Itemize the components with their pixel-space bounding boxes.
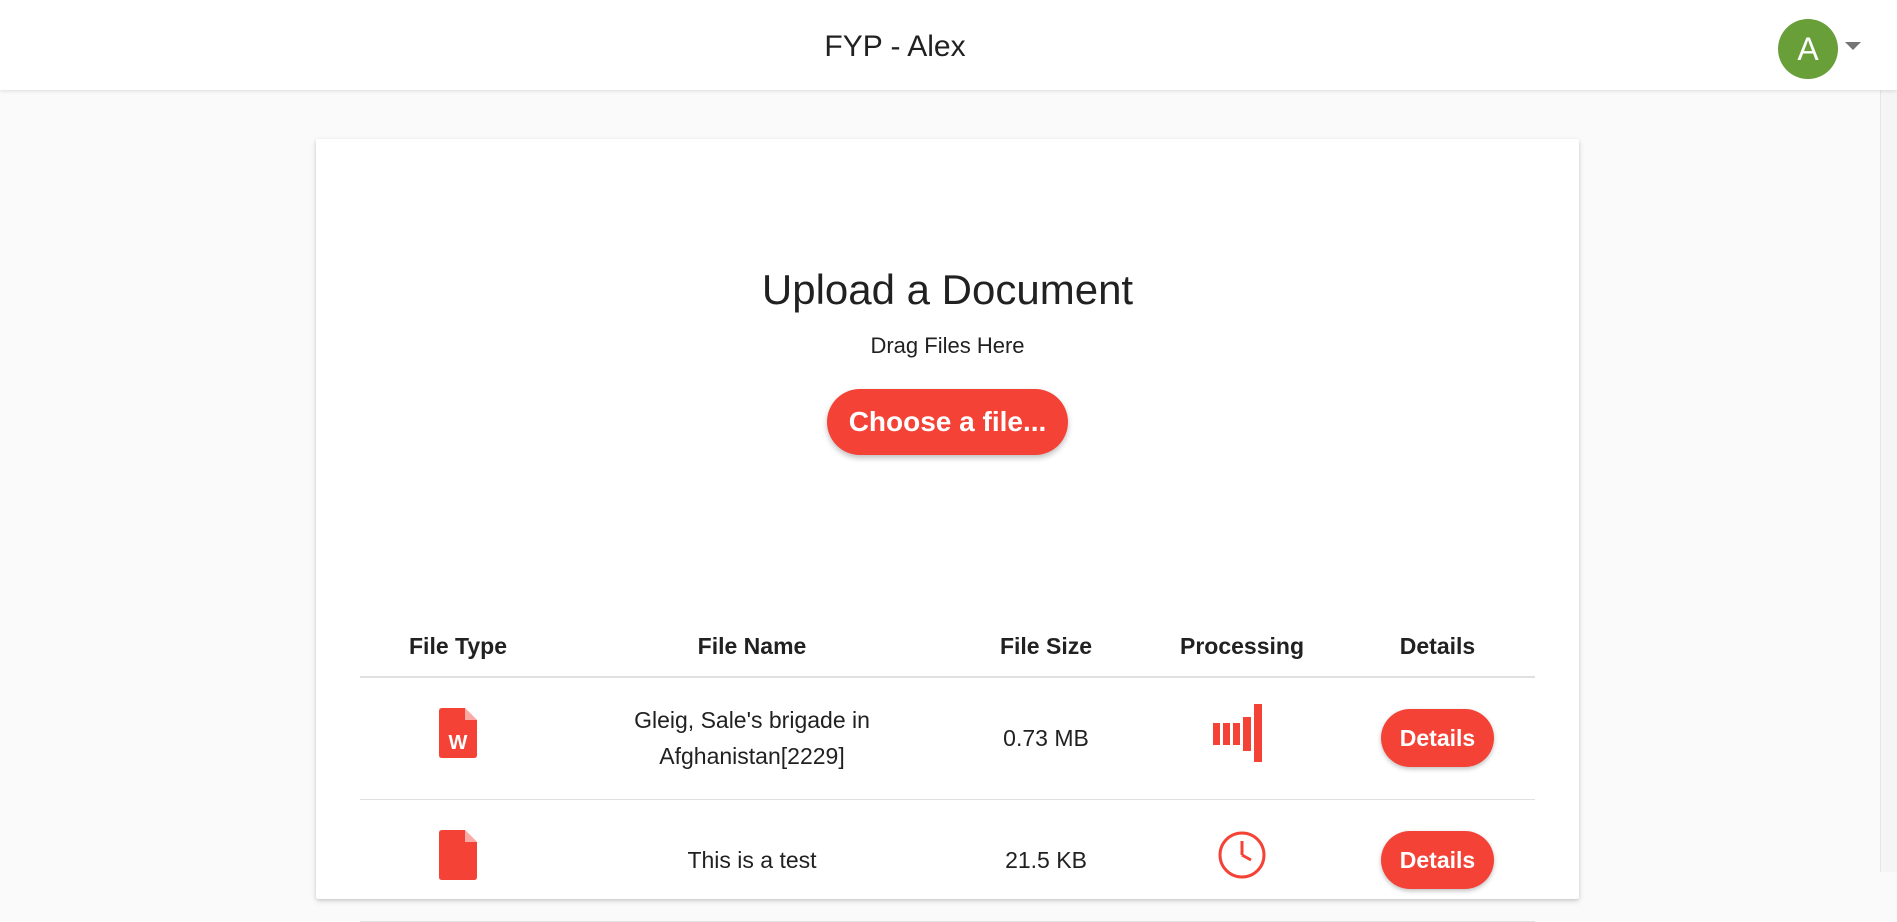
app-title: FYP - Alex [824,30,966,63]
column-header-file-type: File Type [360,617,556,678]
user-avatar[interactable]: A [1778,19,1838,79]
document-icon [439,830,477,890]
details-cell: Details [1340,677,1535,800]
file-name-cell: This is a test [556,799,948,922]
file-name-cell: Gleig, Sale's brigade in Afghanistan[222… [556,677,948,800]
table-row: This is a test 21.5 KB Details [360,799,1535,922]
upload-title: Upload a Document [761,266,1134,313]
chevron-down-icon[interactable] [1845,42,1861,50]
column-header-processing: Processing [1144,617,1340,678]
column-header-file-name: File Name [556,617,948,678]
processing-progress-icon [1213,704,1271,772]
column-header-details: Details [1340,617,1535,678]
drag-files-hint: Drag Files Here [870,333,1025,358]
word-document-icon: W [439,708,477,768]
details-button[interactable]: Details [1381,709,1494,768]
column-header-file-size: File Size [948,617,1144,678]
top-app-bar: FYP - Alex A [0,0,1897,90]
files-table: File Type File Name File Size Processing… [360,617,1535,922]
file-size-cell: 0.73 MB [948,677,1144,800]
file-size-cell: 21.5 KB [948,799,1144,922]
details-cell: Details [1340,799,1535,922]
file-name: This is a test [687,847,817,873]
processing-cell [1144,799,1340,922]
file-name: Gleig, Sale's brigade in Afghanistan[222… [634,707,870,770]
file-type-cell: W [360,677,556,800]
upload-card: Upload a Document Drag Files Here Choose… [316,139,1579,922]
choose-file-button[interactable]: Choose a file... [827,389,1068,455]
svg-text:W: W [449,732,468,754]
details-button[interactable]: Details [1381,831,1494,889]
file-type-cell [360,799,556,922]
table-header-row: File Type File Name File Size Processing… [360,617,1535,678]
scrollbar[interactable] [1880,0,1897,872]
processing-cell [1144,677,1340,800]
clock-icon [1217,830,1267,890]
table-row: W Gleig, Sale's brigade in Afghanistan[2… [360,677,1535,800]
